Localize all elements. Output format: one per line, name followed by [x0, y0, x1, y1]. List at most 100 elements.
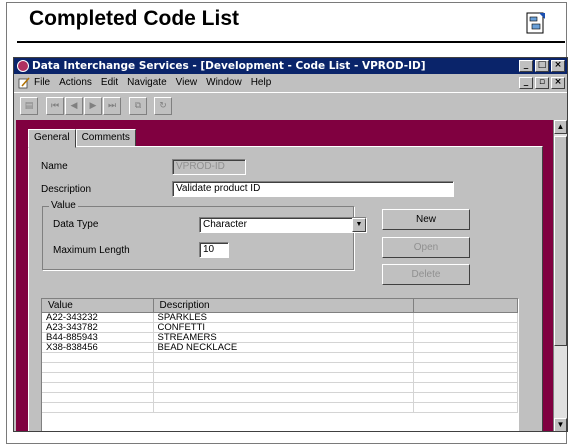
delete-button[interactable]: Delete — [382, 264, 470, 285]
cell-value: A22-343232 — [42, 313, 154, 323]
menu-file[interactable]: File — [34, 75, 50, 91]
cell-description — [154, 393, 415, 403]
general-panel: Name VPROD-ID Description Validate produ… — [28, 146, 543, 431]
menu-navigate[interactable]: Navigate — [127, 75, 166, 91]
app-window: Data Interchange Services - [Development… — [13, 57, 568, 432]
scroll-thumb[interactable] — [554, 136, 567, 346]
grid-body: A22-343232 SPARKLES A23-343782 CONFETTI B44-… — [42, 313, 518, 413]
child-minimize-button[interactable]: _ — [519, 77, 533, 89]
description-field[interactable]: Validate product ID — [172, 181, 454, 197]
document-icon — [526, 12, 545, 34]
cell-blank — [414, 323, 518, 333]
close-button[interactable]: × — [551, 60, 565, 72]
slide-title: Completed Code List — [29, 7, 240, 30]
max-length-label: Maximum Length — [53, 245, 130, 256]
data-type-value: Character — [203, 219, 247, 230]
scroll-down-icon[interactable]: ▼ — [554, 418, 567, 431]
cell-description: BEAD NECKLACE — [154, 343, 415, 353]
cell-description — [154, 363, 415, 373]
table-row[interactable]: X38-838456 BEAD NECKLACE — [42, 343, 518, 353]
document-edit-icon — [18, 77, 30, 89]
cell-value: B44-885943 — [42, 333, 154, 343]
menu-bar: File Actions Edit Navigate View Window H… — [14, 75, 567, 91]
previous-icon[interactable]: ◀ — [65, 97, 83, 115]
cell-value: A23-343782 — [42, 323, 154, 333]
column-header-value[interactable]: Value — [42, 299, 154, 313]
cell-blank — [414, 383, 518, 393]
cell-description: SPARKLES — [154, 313, 415, 323]
name-label: Name — [41, 161, 68, 172]
cell-description: STREAMERS — [154, 333, 415, 343]
toolbar: ▤ ⏮ ◀ ▶ ⏭ ⧉ ↻ — [14, 92, 567, 118]
menu-edit[interactable]: Edit — [101, 75, 118, 91]
cell-value — [42, 383, 154, 393]
child-restore-button[interactable]: ▫ — [535, 77, 549, 89]
chevron-down-icon[interactable]: ▼ — [352, 218, 366, 232]
first-icon[interactable]: ⏮ — [46, 97, 64, 115]
max-length-field[interactable]: 10 — [199, 242, 229, 258]
cell-blank — [414, 353, 518, 363]
menu-help[interactable]: Help — [251, 75, 272, 91]
menu-window[interactable]: Window — [206, 75, 242, 91]
minimize-button[interactable]: _ — [519, 60, 533, 72]
data-type-select[interactable]: Character ▼ — [199, 217, 367, 233]
cell-value — [42, 403, 154, 413]
menu-view[interactable]: View — [176, 75, 198, 91]
last-icon[interactable]: ⏭ — [103, 97, 121, 115]
value-group: Value Data Type Character ▼ Maximum Leng… — [42, 200, 367, 270]
column-header-blank — [414, 299, 518, 313]
app-icon — [17, 60, 29, 72]
cell-description: CONFETTI — [154, 323, 415, 333]
cell-blank — [414, 403, 518, 413]
menu-actions[interactable]: Actions — [59, 75, 92, 91]
cell-blank — [414, 363, 518, 373]
cell-blank — [414, 313, 518, 323]
column-header-description[interactable]: Description — [153, 299, 415, 313]
cell-description — [154, 403, 415, 413]
cell-value — [42, 363, 154, 373]
cell-description — [154, 353, 415, 363]
title-underline — [17, 41, 565, 43]
table-row[interactable] — [42, 393, 518, 403]
child-close-button[interactable]: × — [551, 77, 565, 89]
table-row[interactable] — [42, 373, 518, 383]
cell-value — [42, 393, 154, 403]
tab-strip: General Comments — [28, 129, 136, 148]
open-button[interactable]: Open — [382, 237, 470, 258]
grid-header: Value Description — [42, 299, 518, 313]
scroll-up-icon[interactable]: ▲ — [554, 120, 567, 134]
table-row[interactable]: A23-343782 CONFETTI — [42, 323, 518, 333]
new-button[interactable]: New — [382, 209, 470, 230]
window-title: Data Interchange Services - [Development… — [32, 60, 426, 72]
data-type-label: Data Type — [53, 219, 99, 230]
cell-blank — [414, 343, 518, 353]
table-row[interactable] — [42, 403, 518, 413]
code-list-grid[interactable]: Value Description A22-343232 SPARKLES A23-… — [41, 298, 519, 431]
cell-description — [154, 383, 415, 393]
tab-general[interactable]: General — [28, 129, 76, 148]
copy-icon[interactable]: ⧉ — [129, 97, 147, 115]
cell-blank — [414, 373, 518, 383]
cell-description — [154, 373, 415, 383]
window-titlebar[interactable]: Data Interchange Services - [Development… — [14, 58, 567, 74]
mdi-workspace: General Comments Name VPROD-ID Descripti… — [16, 120, 554, 431]
maximize-button[interactable]: □ — [535, 60, 549, 72]
cell-value: X38-838456 — [42, 343, 154, 353]
cell-value — [42, 353, 154, 363]
table-row[interactable] — [42, 353, 518, 363]
cell-blank — [414, 393, 518, 403]
table-row[interactable] — [42, 383, 518, 393]
vertical-scrollbar[interactable]: ▲ ▼ — [553, 120, 567, 431]
cell-blank — [414, 333, 518, 343]
save-icon[interactable]: ▤ — [20, 97, 38, 115]
value-group-title: Value — [49, 200, 78, 211]
refresh-icon[interactable]: ↻ — [154, 97, 172, 115]
description-label: Description — [41, 184, 92, 195]
next-icon[interactable]: ▶ — [84, 97, 102, 115]
table-row[interactable]: B44-885943 STREAMERS — [42, 333, 518, 343]
table-row[interactable]: A22-343232 SPARKLES — [42, 313, 518, 323]
tab-comments[interactable]: Comments — [75, 129, 136, 147]
name-field: VPROD-ID — [172, 159, 246, 175]
table-row[interactable] — [42, 363, 518, 373]
cell-value — [42, 373, 154, 383]
